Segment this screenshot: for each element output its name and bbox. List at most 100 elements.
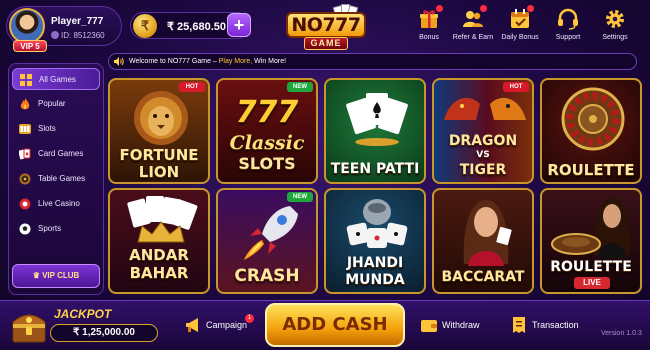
category-label: Table Games <box>38 174 86 183</box>
nav-daily-bonus[interactable]: Daily Bonus <box>496 5 544 48</box>
category-sports[interactable]: Sports <box>12 218 100 240</box>
table-icon <box>19 173 31 185</box>
notification-dot <box>436 5 443 12</box>
logo-text: NO777 <box>286 12 366 38</box>
category-label: Slots <box>38 124 56 133</box>
notification-dot <box>527 5 534 12</box>
wallet-icon <box>421 320 437 332</box>
bottom-bar: JACKPOT ₹ 1,25,000.00 Campaign 1 ADD CAS… <box>0 300 650 350</box>
player-id: ID: 8512360 <box>51 31 105 40</box>
calendar-icon <box>509 5 534 30</box>
treasure-chest-icon <box>12 314 46 343</box>
roulette-wheel-icon <box>561 87 625 151</box>
player-id-text: ID: 8512360 <box>61 31 105 40</box>
category-all-games[interactable]: All Games <box>12 68 100 90</box>
dice-icon <box>346 199 408 248</box>
game-fortune-lion[interactable]: HOT FORTUNE LION <box>108 78 210 184</box>
id-icon <box>51 31 59 39</box>
vip-club-label: VIP CLUB <box>42 271 80 280</box>
game-roulette[interactable]: ROULETTE <box>540 78 642 184</box>
profile-card[interactable]: VIP 5 Player_777 ID: 8512360 <box>6 6 122 52</box>
game-teen-patti[interactable]: TEEN PATTI <box>324 78 426 184</box>
flame-icon <box>19 98 31 110</box>
ticker-highlight: Play More, <box>218 58 253 65</box>
football-icon <box>19 223 31 235</box>
campaign-label: Campaign <box>206 320 248 330</box>
category-label: Live Casino <box>38 199 80 208</box>
campaign-badge: 1 <box>245 314 254 323</box>
game-title: TEEN PATTI <box>330 161 420 177</box>
balance-amount: ₹ 25,680.50 <box>167 21 226 33</box>
add-cash-button[interactable]: ADD CASH <box>265 303 405 347</box>
game-title: DRAGON <box>448 133 518 149</box>
game-title: BACCARAT <box>441 269 525 285</box>
users-icon <box>462 5 487 30</box>
jackpot-panel[interactable]: JACKPOT ₹ 1,25,000.00 <box>10 306 162 346</box>
notification-dot <box>480 5 487 12</box>
category-label: All Games <box>39 75 76 84</box>
dragon-tiger-icon <box>444 97 526 120</box>
transaction-button[interactable]: Transaction <box>510 314 590 336</box>
add-balance-button[interactable]: + <box>227 13 251 37</box>
category-label: Card Games <box>38 149 84 158</box>
game-title: Classic <box>229 132 305 154</box>
receipt-icon <box>513 317 525 333</box>
game-dragon-tiger[interactable]: HOT DRAGON VS TIGER <box>432 78 534 184</box>
nav-label: Bonus <box>419 34 439 41</box>
announcement-ticker: Welcome to NO777 Game – Play More, Win M… <box>108 53 637 70</box>
live-icon <box>19 198 31 210</box>
game-jhandi-munda[interactable]: JHANDI MUNDA <box>324 188 426 294</box>
jackpot-value: ₹ 1,25,000.00 <box>50 324 158 342</box>
nav-label: Daily Bonus <box>501 34 539 41</box>
nav-refer-earn[interactable]: Refer & Earn <box>449 5 497 48</box>
game-title: SLOTS <box>238 154 296 173</box>
game-classic-slots[interactable]: NEW 777 Classic SLOTS <box>216 78 318 184</box>
category-table-games[interactable]: Table Games <box>12 168 100 190</box>
playing-cards-icon <box>346 93 408 146</box>
game-baccarat[interactable]: BACCARAT <box>432 188 534 294</box>
category-card-games[interactable]: Card Games <box>12 143 100 165</box>
top-bar: VIP 5 Player_777 ID: 8512360 ₹ ₹ 25,680.… <box>0 0 650 52</box>
category-sidebar: All Games Popular Slots Card Games Table… <box>8 63 104 295</box>
game-title: LION <box>138 163 180 181</box>
vip-badge: VIP 5 <box>13 40 47 52</box>
live-badge: LIVE <box>574 277 610 289</box>
lion-icon <box>134 91 188 145</box>
category-live-casino[interactable]: Live Casino <box>12 193 100 215</box>
game-crash[interactable]: NEW CRASH <box>216 188 318 294</box>
game-title: JHANDI <box>346 255 404 271</box>
rocket-icon <box>244 206 298 260</box>
crown-icon: ♛ <box>32 271 43 280</box>
game-live-roulette[interactable]: ROULETTE LIVE <box>540 188 642 294</box>
headset-icon <box>557 8 579 30</box>
category-popular[interactable]: Popular <box>12 93 100 115</box>
hot-badge: HOT <box>503 82 529 92</box>
slot-machine-icon <box>19 123 31 135</box>
category-slots[interactable]: Slots <box>12 118 100 140</box>
new-badge: NEW <box>287 82 313 92</box>
jackpot-label: JACKPOT <box>54 307 112 321</box>
game-title: ROULETTE <box>550 259 632 275</box>
game-andar-bahar[interactable]: ANDAR BAHAR <box>108 188 210 294</box>
campaign-button[interactable]: Campaign 1 <box>184 314 254 336</box>
live-dealer-icon <box>551 198 631 258</box>
cards-icon <box>18 148 31 160</box>
withdraw-label: Withdraw <box>442 320 480 330</box>
version-label: Version 1.0.3 <box>601 330 642 337</box>
nav-settings[interactable]: Settings <box>591 8 639 48</box>
game-title-vs: VS <box>476 150 490 160</box>
avatar[interactable] <box>9 8 45 44</box>
nav-support[interactable]: Support <box>544 8 592 48</box>
nav-bonus[interactable]: Bonus <box>405 5 453 48</box>
nav-label: Settings <box>602 34 628 41</box>
category-label: Sports <box>38 224 62 233</box>
grid-icon <box>20 74 32 86</box>
nav-label: Refer & Earn <box>452 34 494 41</box>
nav-label: Support <box>555 34 581 41</box>
category-label: Popular <box>38 99 66 108</box>
vip-club-button[interactable]: ♛ VIP CLUB <box>12 264 100 288</box>
game-title: ROULETTE <box>547 161 635 179</box>
slots-logo: 777 <box>235 95 299 130</box>
withdraw-button[interactable]: Withdraw <box>420 314 490 336</box>
crown-cards-icon <box>127 196 198 243</box>
